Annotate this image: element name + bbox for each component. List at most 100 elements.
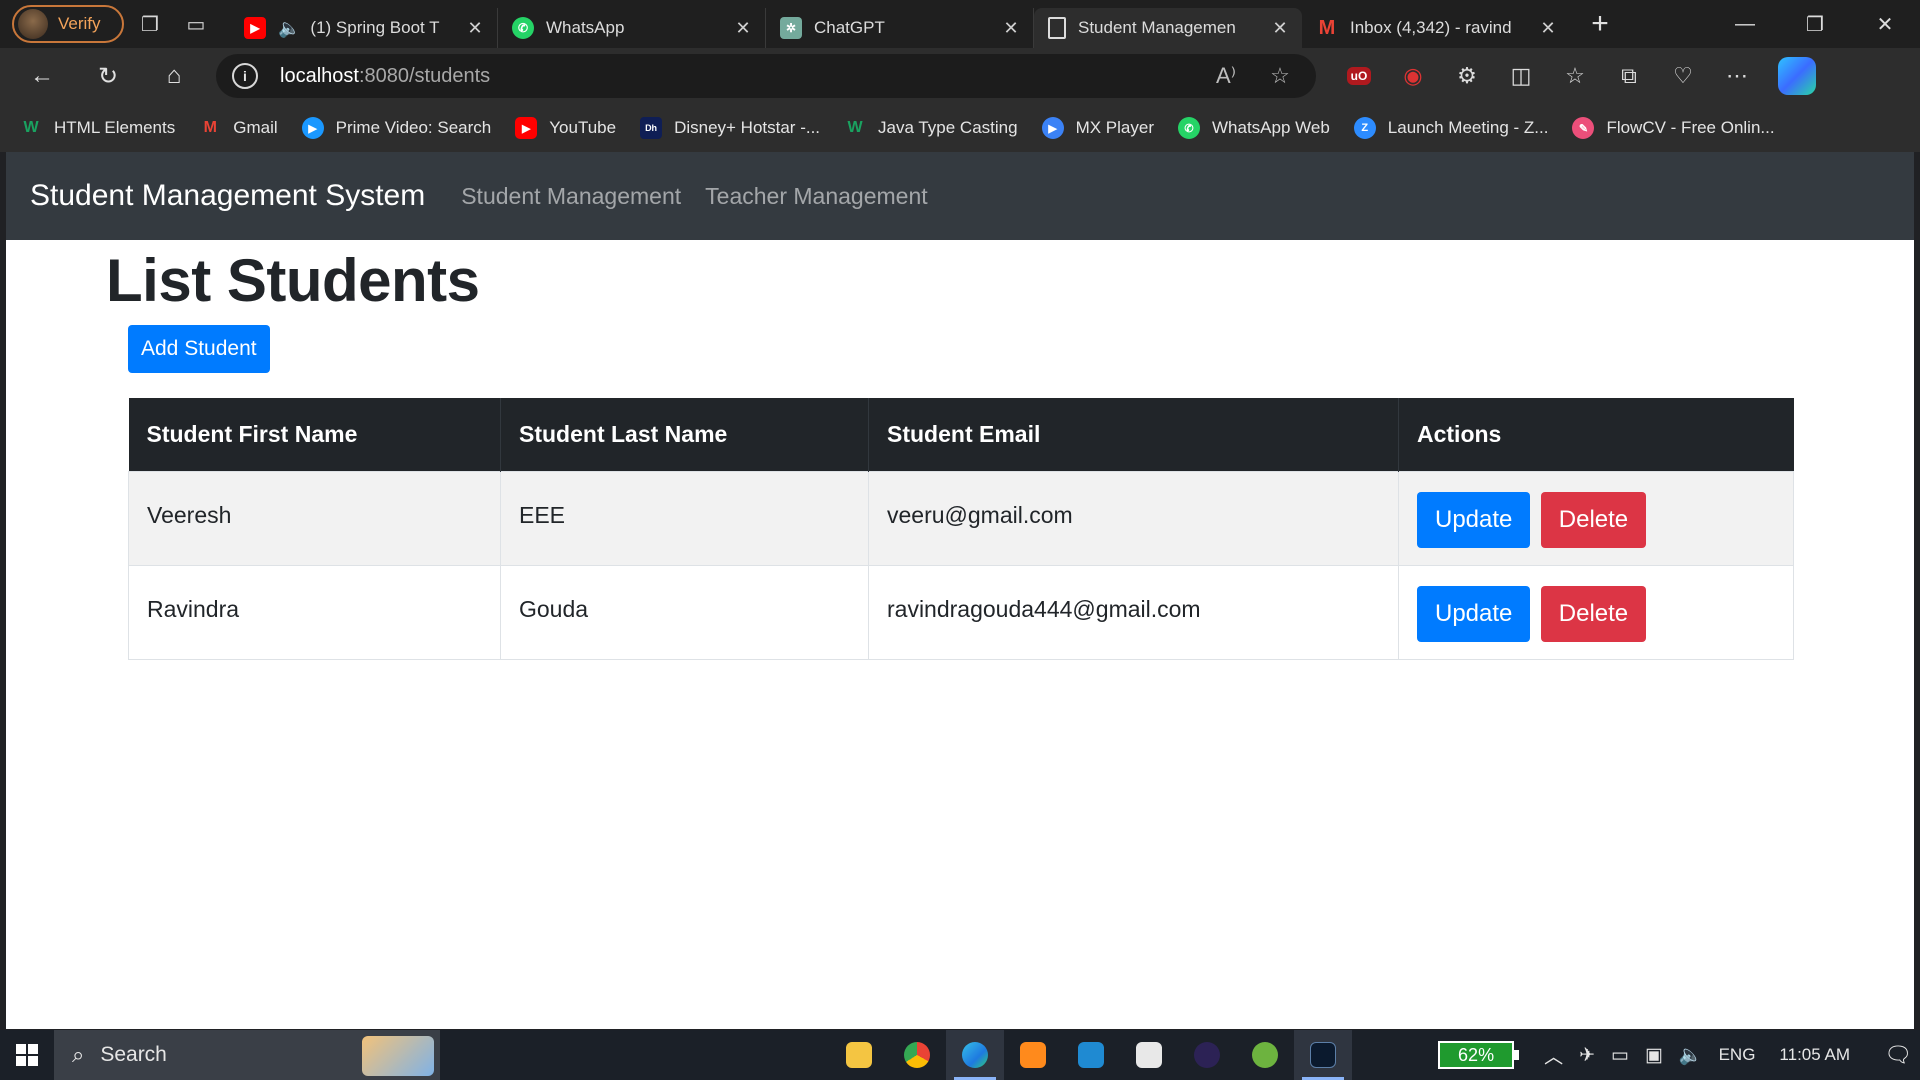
- chevron-up-icon[interactable]: ︿: [1544, 1042, 1563, 1069]
- bookmark-label: WhatsApp Web: [1212, 118, 1330, 137]
- start-button[interactable]: [0, 1030, 54, 1080]
- close-icon[interactable]: ✕: [731, 18, 755, 39]
- terminal-icon[interactable]: [1294, 1030, 1352, 1080]
- ublock-icon[interactable]: uO: [1336, 54, 1382, 98]
- bookmark-java-type-casting[interactable]: W Java Type Casting: [844, 117, 1018, 139]
- workspaces-icon[interactable]: ❐: [130, 4, 170, 44]
- extension-eye-icon[interactable]: ◉: [1390, 54, 1436, 98]
- file-manager-icon[interactable]: [1120, 1030, 1178, 1080]
- update-button[interactable]: Update: [1417, 585, 1531, 642]
- url-path: :8080/students: [358, 64, 491, 87]
- collections-icon[interactable]: ⧉: [1606, 54, 1652, 98]
- nav-teacher-management[interactable]: Teacher Management: [705, 183, 927, 210]
- search-icon: ⌕: [72, 1042, 85, 1067]
- delete-button[interactable]: Delete: [1540, 585, 1647, 642]
- new-tab-button[interactable]: +: [1578, 4, 1622, 44]
- favorites-icon[interactable]: ☆: [1552, 54, 1598, 98]
- bookmark-youtube[interactable]: ▶ YouTube: [515, 117, 616, 139]
- split-screen-icon[interactable]: ◫: [1498, 54, 1544, 98]
- bookmark-prime-video[interactable]: ▶ Prime Video: Search: [301, 117, 491, 139]
- extensions-icon[interactable]: ⚙: [1444, 54, 1490, 98]
- more-menu-icon[interactable]: ⋯: [1714, 54, 1760, 98]
- cell-last-name: EEE: [500, 470, 869, 566]
- battery-indicator[interactable]: 62%: [1438, 1041, 1520, 1069]
- tab-actions-icon[interactable]: ▭: [176, 4, 216, 44]
- tab-youtube[interactable]: ▶ 🔈 (1) Spring Boot T ✕: [230, 8, 498, 48]
- column-header: Actions: [1398, 398, 1794, 471]
- bookmark-gmail[interactable]: M Gmail: [199, 117, 278, 139]
- bookmark-zoom[interactable]: Z Launch Meeting - Z...: [1353, 117, 1548, 139]
- home-icon[interactable]: ⌂: [152, 54, 196, 98]
- close-icon[interactable]: ✕: [1536, 18, 1560, 39]
- whatsapp-icon: ✆: [1178, 117, 1200, 139]
- tab-title: (1) Spring Boot T: [310, 18, 440, 37]
- mx-player-icon: ▶: [1041, 117, 1064, 139]
- tab-whatsapp[interactable]: ✆ WhatsApp ✕: [498, 8, 766, 48]
- reload-icon[interactable]: ↻: [86, 54, 130, 98]
- delete-button[interactable]: Delete: [1540, 491, 1647, 548]
- system-tray: 62% ︿ ✈ ▭ ▣ 🔈 ENG 11:05 AM 🗨: [1438, 1030, 1920, 1080]
- clock[interactable]: 11:05 AM: [1779, 1045, 1850, 1065]
- cell-email: veeru@gmail.com: [868, 470, 1399, 566]
- flowcv-icon: ✎: [1572, 117, 1595, 139]
- volume-icon[interactable]: 🔈: [1679, 1043, 1703, 1067]
- tab-title: Inbox (4,342) - ravind: [1350, 18, 1512, 37]
- edge-icon[interactable]: [946, 1030, 1004, 1080]
- table-header-row: Student First Name Student Last Name Stu…: [128, 398, 1794, 471]
- nav-student-management[interactable]: Student Management: [461, 183, 681, 210]
- app-brand[interactable]: Student Management System: [30, 179, 425, 213]
- vscode-icon[interactable]: [1062, 1030, 1120, 1080]
- eclipse-icon[interactable]: [1178, 1030, 1236, 1080]
- close-icon[interactable]: ✕: [463, 18, 487, 39]
- battery-icon[interactable]: ▭: [1611, 1044, 1629, 1067]
- browser-toolbar: ← ↻ ⌂ i localhost:8080/students A⁾ ☆ uO …: [0, 48, 1920, 104]
- restore-icon[interactable]: ❐: [1780, 0, 1850, 48]
- bookmark-label: YouTube: [549, 118, 617, 137]
- notifications-icon[interactable]: 🗨: [1876, 1030, 1920, 1080]
- bookmark-mx-player[interactable]: ▶ MX Player: [1041, 117, 1154, 139]
- address-bar[interactable]: i localhost:8080/students A⁾ ☆: [216, 54, 1316, 98]
- airplane-icon[interactable]: ✈: [1579, 1044, 1595, 1067]
- close-icon[interactable]: ✕: [999, 18, 1023, 39]
- bookmark-flowcv[interactable]: ✎ FlowCV - Free Onlin...: [1572, 117, 1775, 139]
- w3schools-icon: W: [847, 119, 863, 136]
- spring-tools-icon[interactable]: [1236, 1030, 1294, 1080]
- cell-first-name: Ravindra: [128, 564, 501, 660]
- taskbar-search[interactable]: ⌕ Search: [54, 1030, 440, 1080]
- tab-chatgpt[interactable]: ✲ ChatGPT ✕: [766, 8, 1034, 48]
- update-button[interactable]: Update: [1417, 491, 1531, 548]
- speaker-icon[interactable]: 🔈: [278, 18, 300, 39]
- camera-icon[interactable]: ▣: [1645, 1044, 1663, 1067]
- browser-essentials-icon[interactable]: ♡: [1660, 54, 1706, 98]
- close-icon[interactable]: ✕: [1268, 18, 1292, 39]
- gmail-icon: M: [203, 119, 217, 136]
- bookmark-html-elements[interactable]: W HTML Elements: [20, 117, 175, 139]
- back-icon[interactable]: ←: [20, 54, 64, 98]
- tab-title: ChatGPT: [814, 18, 885, 37]
- copilot-icon[interactable]: [1778, 57, 1816, 95]
- youtube-icon: ▶: [244, 17, 266, 39]
- taskbar-apps: [830, 1030, 1352, 1080]
- read-aloud-icon[interactable]: A⁾: [1206, 63, 1246, 89]
- cell-email: ravindragouda444@gmail.com: [868, 564, 1399, 660]
- bookmark-label: Java Type Casting: [878, 118, 1018, 137]
- language-indicator[interactable]: ENG: [1719, 1045, 1756, 1065]
- site-info-icon[interactable]: i: [232, 63, 258, 89]
- tab-student-management[interactable]: Student Managemen ✕: [1034, 8, 1302, 48]
- minimize-icon[interactable]: —: [1710, 0, 1780, 48]
- add-student-button[interactable]: Add Student: [128, 325, 270, 373]
- favorite-star-icon[interactable]: ☆: [1260, 63, 1300, 89]
- bookmark-hotstar[interactable]: Dh Disney+ Hotstar -...: [640, 117, 820, 139]
- chrome-icon[interactable]: [888, 1030, 946, 1080]
- cell-first-name: Veeresh: [128, 470, 501, 566]
- students-table: Student First Name Student Last Name Stu…: [128, 398, 1794, 660]
- windows-logo-icon: [16, 1044, 38, 1066]
- close-window-icon[interactable]: ✕: [1850, 0, 1920, 48]
- file-explorer-icon[interactable]: [830, 1030, 888, 1080]
- whatsapp-icon: ✆: [512, 17, 534, 39]
- tab-gmail[interactable]: M Inbox (4,342) - ravind ✕: [1302, 8, 1570, 48]
- profile-button[interactable]: Verify: [12, 5, 124, 43]
- column-header: Student Last Name: [500, 398, 869, 471]
- sublime-text-icon[interactable]: [1004, 1030, 1062, 1080]
- bookmark-whatsapp-web[interactable]: ✆ WhatsApp Web: [1178, 117, 1330, 139]
